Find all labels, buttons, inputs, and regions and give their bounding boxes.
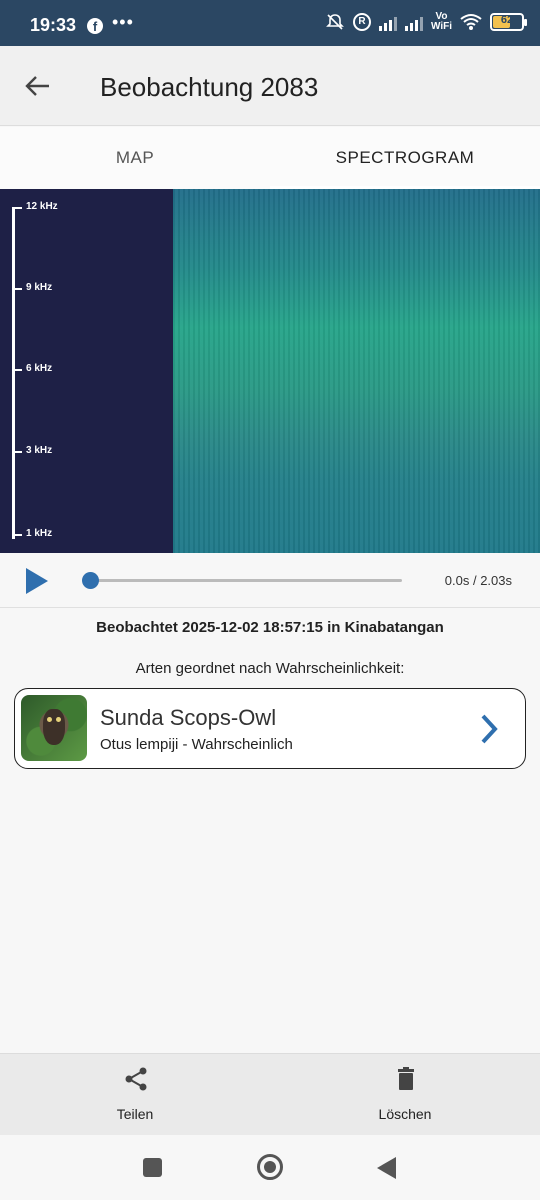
bell-muted-icon: [326, 14, 344, 30]
species-list-header: Arten geordnet nach Wahrscheinlichkeit:: [135, 660, 405, 677]
play-icon[interactable]: [26, 568, 48, 594]
tick-3khz: [12, 451, 22, 453]
freq-label: 1 kHz: [26, 528, 53, 539]
facebook-icon: f: [87, 18, 103, 34]
tick-12khz: [12, 207, 22, 209]
signal-icon-2: [404, 13, 423, 31]
home-icon[interactable]: [257, 1154, 283, 1180]
freq-label: 6 kHz: [26, 363, 53, 374]
freq-label: 12 kHz: [26, 201, 58, 212]
wifi-icon: [460, 14, 482, 30]
tab-spectrogram[interactable]: SPECTROGRAM: [270, 127, 540, 189]
audio-player: 0.0s / 2.03s: [0, 553, 540, 608]
vowifi-label: Vo WiFi: [430, 11, 452, 32]
share-label: Teilen: [116, 1106, 154, 1122]
spectrogram-image: [173, 189, 540, 553]
species-card[interactable]: Sunda Scops-Owl Otus lempiji - Wahrschei…: [14, 688, 526, 769]
share-icon: [125, 1067, 147, 1091]
playback-time: 0.0s / 2.03s: [444, 573, 512, 588]
status-bar: 19:33 f ••• R Vo WiFi 62: [0, 0, 540, 46]
freq-label: 3 kHz: [26, 445, 53, 456]
battery-level: 62: [500, 14, 514, 26]
frequency-axis: [12, 207, 15, 539]
share-button[interactable]: Teilen: [55, 1054, 215, 1136]
registered-icon: R: [352, 13, 371, 31]
back-arrow-icon[interactable]: [22, 70, 54, 102]
app-bar: Beobachtung 2083: [0, 46, 540, 126]
recent-apps-icon[interactable]: [143, 1158, 162, 1177]
observed-text: Beobachtet 2025-12-02 18:57:15 in Kinaba…: [96, 619, 444, 636]
tick-9khz: [12, 288, 22, 290]
status-time: 19:33: [30, 15, 77, 35]
seek-thumb[interactable]: [82, 572, 99, 589]
battery-icon: 62: [490, 13, 527, 31]
system-nav-bar: [0, 1135, 540, 1200]
tick-1khz: [12, 534, 22, 536]
species-detail: Otus lempiji - Wahrscheinlich: [100, 736, 293, 753]
tick-6khz: [12, 369, 22, 371]
more-notifications-icon: •••: [112, 12, 134, 32]
action-bar: Teilen Löschen: [0, 1053, 540, 1135]
page-title: Beobachtung 2083: [100, 72, 319, 102]
system-back-icon[interactable]: [377, 1157, 396, 1179]
status-icons: R Vo WiFi 62: [325, 11, 527, 32]
trash-icon: [398, 1067, 414, 1090]
seek-bar[interactable]: [90, 579, 402, 582]
species-name: Sunda Scops-Owl: [100, 705, 277, 730]
tab-bar: MAP SPECTROGRAM: [0, 127, 540, 189]
signal-icon-1: [378, 13, 397, 31]
delete-label: Löschen: [378, 1106, 432, 1122]
tab-map[interactable]: MAP: [0, 127, 270, 189]
owl-photo: [21, 695, 87, 761]
chevron-right-icon[interactable]: [479, 713, 499, 745]
spectrogram: 12 kHz 9 kHz 6 kHz 3 kHz 1 kHz: [0, 189, 540, 553]
delete-button[interactable]: Löschen: [325, 1054, 485, 1136]
freq-label: 9 kHz: [26, 282, 53, 293]
